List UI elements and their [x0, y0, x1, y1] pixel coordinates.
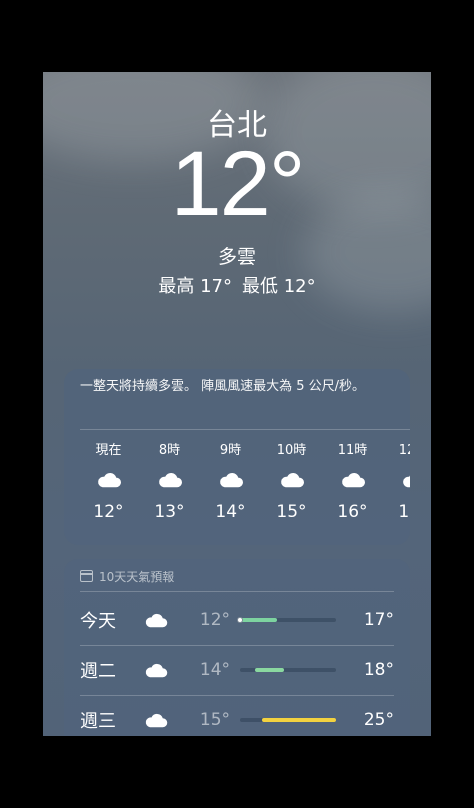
hour-label: 8時: [158, 443, 181, 458]
hourly-list[interactable]: 現在 12° 8時 13° 9時 14° 10時 15° 11時 16° 12時 17°: [78, 439, 410, 527]
hour-label: 11時: [337, 443, 368, 458]
low-temperature: 12°: [199, 610, 231, 630]
cloud-icon: [261, 463, 322, 497]
low-temperature: 最低 12°: [242, 276, 316, 297]
current-temperature: 12°: [170, 133, 305, 235]
ten-day-header-label: 10天天氣預報: [99, 569, 175, 584]
temperature-range-fill: [240, 618, 277, 622]
high-temperature: 17°: [363, 610, 394, 630]
cloud-icon: [144, 713, 192, 728]
temperature-range-bar: [240, 668, 336, 672]
hourly-item: 現在 12°: [78, 439, 139, 527]
hour-temperature: 12°: [93, 502, 124, 522]
day-label: 今天: [80, 611, 116, 632]
forecast-summary: 一整天將持續多雲。 陣風風速最大為 5 公尺/秒。: [80, 379, 366, 394]
temperature-range-fill: [254, 668, 285, 672]
day-label: 週二: [80, 661, 116, 682]
hourly-item: 10時 15°: [261, 439, 322, 527]
hour-label: 10時: [276, 443, 307, 458]
divider: [80, 429, 410, 430]
divider: [80, 591, 394, 592]
current-condition: 多雲: [217, 246, 256, 268]
cloud-icon: [144, 663, 192, 678]
hour-label: 12時: [398, 443, 410, 458]
temperature-range-bar: [240, 718, 336, 722]
hourly-item: 11時 16°: [322, 439, 383, 527]
daily-row[interactable]: 今天 12° 17°: [80, 595, 394, 645]
cloud-icon: [200, 463, 261, 497]
temperature-range-bar: [237, 617, 336, 623]
temperature-range-fill: [262, 718, 336, 722]
cloud-icon: [144, 613, 192, 628]
hour-temperature: 17°: [398, 502, 410, 522]
hourly-item: 8時 13°: [139, 439, 200, 527]
high-temperature: 最高 17°: [158, 276, 232, 297]
hourly-item: 9時 14°: [200, 439, 261, 527]
hour-temperature: 13°: [154, 502, 185, 522]
hour-temperature: 16°: [337, 502, 368, 522]
cloud-icon: [383, 463, 410, 497]
weather-screen: 台北 12° 多雲 最高 17° 最低 12° 一整天將持續多雲。 陣風風速最大為…: [43, 72, 431, 736]
cloud-icon: [78, 463, 139, 497]
hour-temperature: 14°: [215, 502, 246, 522]
ten-day-forecast-card[interactable]: 10天天氣預報 今天 12° 17° 週二 14° 18° 週三 15° 25°: [64, 559, 410, 736]
daily-row[interactable]: 週三 15° 25°: [80, 695, 394, 736]
high-temperature: 18°: [363, 660, 394, 680]
high-temperature: 25°: [363, 710, 394, 730]
current-temp-dot: [237, 617, 243, 623]
cloud-icon: [322, 463, 383, 497]
low-temperature: 14°: [199, 660, 231, 680]
cloud-icon: [139, 463, 200, 497]
hourly-item: 12時 17°: [383, 439, 410, 527]
hourly-forecast-card[interactable]: 一整天將持續多雲。 陣風風速最大為 5 公尺/秒。 現在 12° 8時 13° 9時 14…: [64, 369, 410, 545]
daily-row[interactable]: 週二 14° 18°: [80, 645, 394, 695]
ten-day-header: 10天天氣預報: [80, 565, 174, 587]
hour-temperature: 15°: [276, 502, 307, 522]
hour-label: 現在: [95, 443, 122, 458]
day-label: 週三: [80, 711, 116, 732]
calendar-icon: [80, 570, 93, 582]
high-low: 最高 17° 最低 12°: [43, 272, 431, 298]
hour-label: 9時: [219, 443, 242, 458]
low-temperature: 15°: [199, 710, 231, 730]
